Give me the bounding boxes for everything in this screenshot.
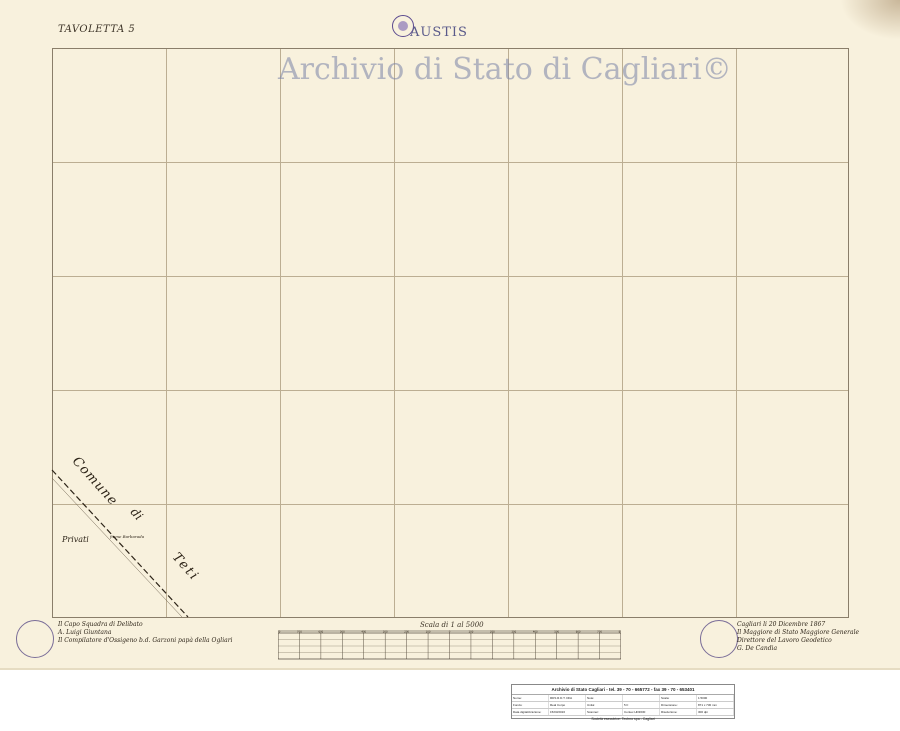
scale-bar: 8007006005004003002001000100200300400500… bbox=[278, 630, 621, 660]
boundary-line bbox=[51, 469, 189, 618]
info-cell: Risoluzione: bbox=[660, 709, 697, 715]
scale-tick-label: 500 bbox=[340, 630, 345, 634]
info-cell bbox=[623, 695, 660, 701]
info-cell: 5 F bbox=[623, 702, 660, 708]
handwriting-line: Il Capo Squadra di Delibato bbox=[58, 621, 143, 628]
map-sheet: TAVOLETTA 5 AUSTIS Archivio di Stato di … bbox=[0, 0, 900, 670]
scale-tick-label: 200 bbox=[404, 630, 409, 634]
info-cell: Data digitalizzazione: bbox=[512, 709, 549, 715]
info-cell: 1:5000 bbox=[697, 695, 734, 701]
scale-tick-label: 700 bbox=[597, 630, 602, 634]
info-cell: Scala: bbox=[660, 695, 697, 701]
scale-tick-label: 200 bbox=[490, 630, 495, 634]
info-row: Fondo: Real Corpo Unità: 5 F Dimensione:… bbox=[512, 702, 734, 709]
scale-tick-label: 600 bbox=[318, 630, 323, 634]
handwriting-line: Direttore del Lavoro Geodetico bbox=[737, 637, 832, 644]
info-cell: Scanner: bbox=[586, 709, 623, 715]
info-title: Archivio di Stato Cagliari - tel. 39 - 7… bbox=[512, 685, 734, 695]
label-field-note: fiume Barbarada bbox=[110, 534, 145, 539]
scale-title: Scala di 1 al 5000 bbox=[420, 621, 484, 629]
handwriting-right: Cagliari li 20 Dicembre 1867 Il Maggiore… bbox=[737, 621, 859, 653]
info-footer: Società esecutrice: Techno spa - Cagliar… bbox=[591, 717, 655, 721]
scale-tick-label: 100 bbox=[426, 630, 431, 634]
info-cell: Dimensione: bbox=[660, 702, 697, 708]
scale-tick-label: 100 bbox=[469, 630, 474, 634]
scale-tick-label: 400 bbox=[361, 630, 366, 634]
info-row: Nome: RDS R.D.T. DFA Note: Scala: 1:5000 bbox=[512, 695, 734, 702]
seal-left-icon bbox=[16, 620, 54, 658]
handwriting-left: Il Capo Squadra di Delibato A. Luigi Giu… bbox=[58, 621, 232, 645]
scale-tick-label: 300 bbox=[511, 630, 516, 634]
info-row: Data digitalizzazione: 15/03/2016 Scanne… bbox=[512, 709, 734, 716]
handwriting-line: Il Maggiore di Stato Maggiore Generale bbox=[737, 629, 860, 636]
label-privati: Privati bbox=[62, 535, 89, 544]
info-cell: Fondo: bbox=[512, 702, 549, 708]
scale-tick-label: 700 bbox=[297, 630, 302, 634]
handwriting-line: G. De Candia bbox=[737, 645, 778, 652]
handwriting-line: Cagliari li 20 Dicembre 1867 bbox=[737, 621, 826, 628]
info-cell: Contex HD3630 bbox=[623, 709, 660, 715]
scale-tick-label: 600 bbox=[576, 630, 581, 634]
info-cell: 300 dpi bbox=[697, 709, 734, 715]
scale-tick-label: 400 bbox=[533, 630, 538, 634]
info-cell: Nome: bbox=[512, 695, 549, 701]
info-cell: 871 x 730 mm bbox=[697, 702, 734, 708]
info-cell: Real Corpo bbox=[549, 702, 586, 708]
info-cell: Unità: bbox=[586, 702, 623, 708]
archive-info-box: Archivio di Stato Cagliari - tel. 39 - 7… bbox=[511, 684, 735, 721]
scale-tick-label: 300 bbox=[383, 630, 388, 634]
seal-right-icon bbox=[700, 620, 738, 658]
info-cell: RDS R.D.T. DFA bbox=[549, 695, 586, 701]
handwriting-line: A. Luigi Giuntana bbox=[58, 629, 112, 636]
scale-tick-label: 800 bbox=[619, 630, 621, 634]
handwriting-line: Il Compilatore d'Ossigeno b.d. Garzoni p… bbox=[58, 637, 233, 644]
scale-tick-label: 500 bbox=[554, 630, 559, 634]
info-cell: Note: bbox=[586, 695, 623, 701]
scale-tick-label: 800 bbox=[278, 630, 281, 634]
info-cell: 15/03/2016 bbox=[549, 709, 586, 715]
